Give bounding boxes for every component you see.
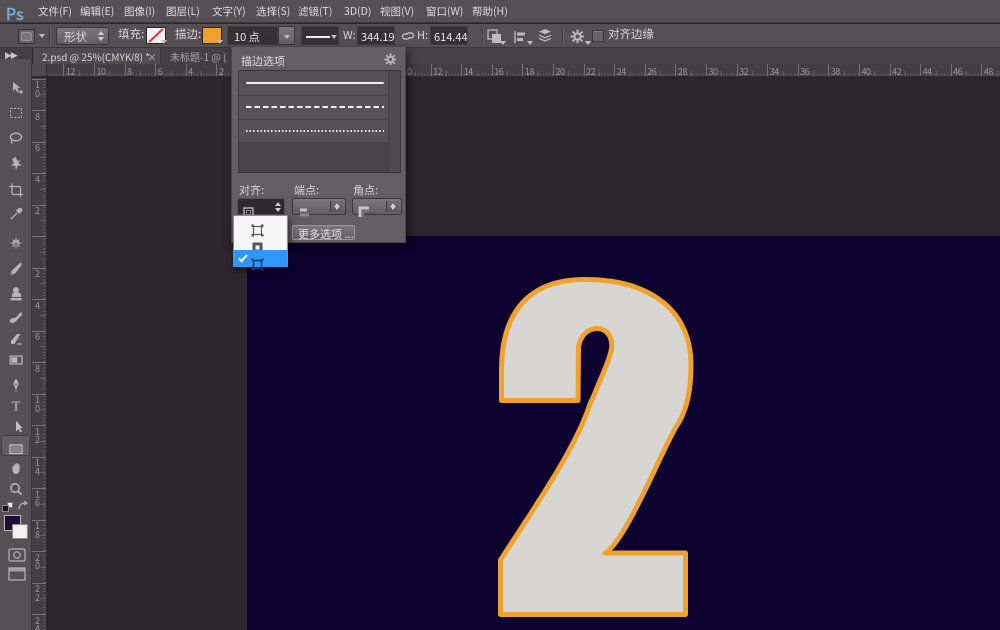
svg-text:T: T [12, 400, 21, 415]
